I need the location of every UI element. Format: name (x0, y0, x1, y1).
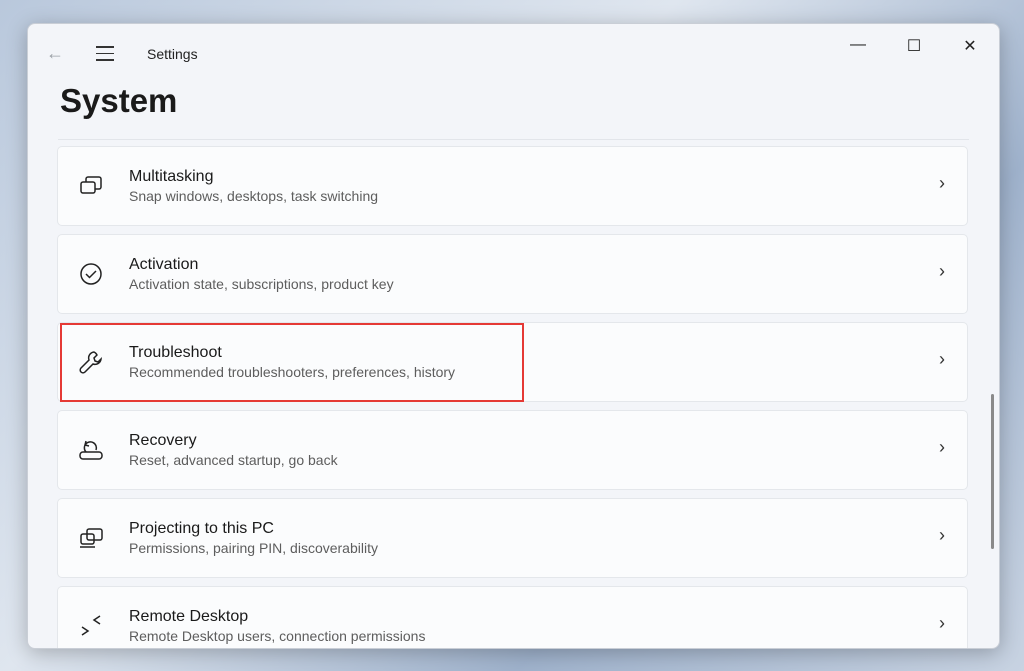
hamburger-menu-icon[interactable] (96, 46, 114, 66)
remote-desktop-icon (81, 615, 101, 636)
chevron-right-icon: › (939, 173, 945, 193)
settings-window: ← Settings — ☐ ✕ System Multitasking Sna… (27, 23, 1000, 649)
chevron-right-icon: › (939, 437, 945, 457)
recovery-icon (79, 440, 103, 460)
back-arrow-icon[interactable]: ← (46, 43, 64, 64)
setting-subtitle: Reset, advanced startup, go back (129, 452, 338, 468)
projecting-icon (80, 528, 103, 548)
title-bar: ← Settings — ☐ ✕ (28, 24, 999, 84)
setting-activation[interactable]: Activation Activation state, subscriptio… (57, 234, 968, 314)
multitasking-icon (80, 176, 102, 194)
setting-multitasking[interactable]: Multitasking Snap windows, desktops, tas… (57, 146, 968, 226)
setting-title: Multitasking (129, 168, 214, 185)
page-title: System (60, 82, 178, 119)
highlight-box (60, 323, 524, 402)
chevron-right-icon: › (939, 349, 945, 369)
setting-title: Activation (129, 256, 199, 273)
setting-recovery[interactable]: Recovery Reset, advanced startup, go bac… (57, 410, 968, 490)
setting-title: Recovery (129, 432, 197, 449)
setting-title: Projecting to this PC (129, 520, 274, 537)
chevron-right-icon: › (939, 261, 945, 281)
setting-remote-desktop[interactable]: Remote Desktop Remote Desktop users, con… (57, 586, 968, 648)
setting-title: Remote Desktop (129, 608, 249, 625)
setting-projecting[interactable]: Projecting to this PC Permissions, pairi… (57, 498, 968, 578)
setting-subtitle: Activation state, subscriptions, product… (129, 276, 394, 292)
maximize-button[interactable]: ☐ (899, 36, 929, 56)
setting-subtitle: Snap windows, desktops, task switching (129, 188, 379, 204)
setting-subtitle: Permissions, pairing PIN, discoverabilit… (129, 540, 378, 556)
check-circle-icon (80, 263, 102, 285)
chevron-right-icon: › (939, 525, 945, 545)
minimize-button[interactable]: — (843, 36, 873, 54)
chevron-right-icon: › (939, 613, 945, 633)
app-title: Settings (147, 46, 198, 62)
scrollbar[interactable] (991, 394, 994, 549)
close-button[interactable]: ✕ (955, 36, 985, 56)
setting-subtitle: Remote Desktop users, connection permiss… (129, 628, 426, 644)
divider (58, 139, 969, 140)
